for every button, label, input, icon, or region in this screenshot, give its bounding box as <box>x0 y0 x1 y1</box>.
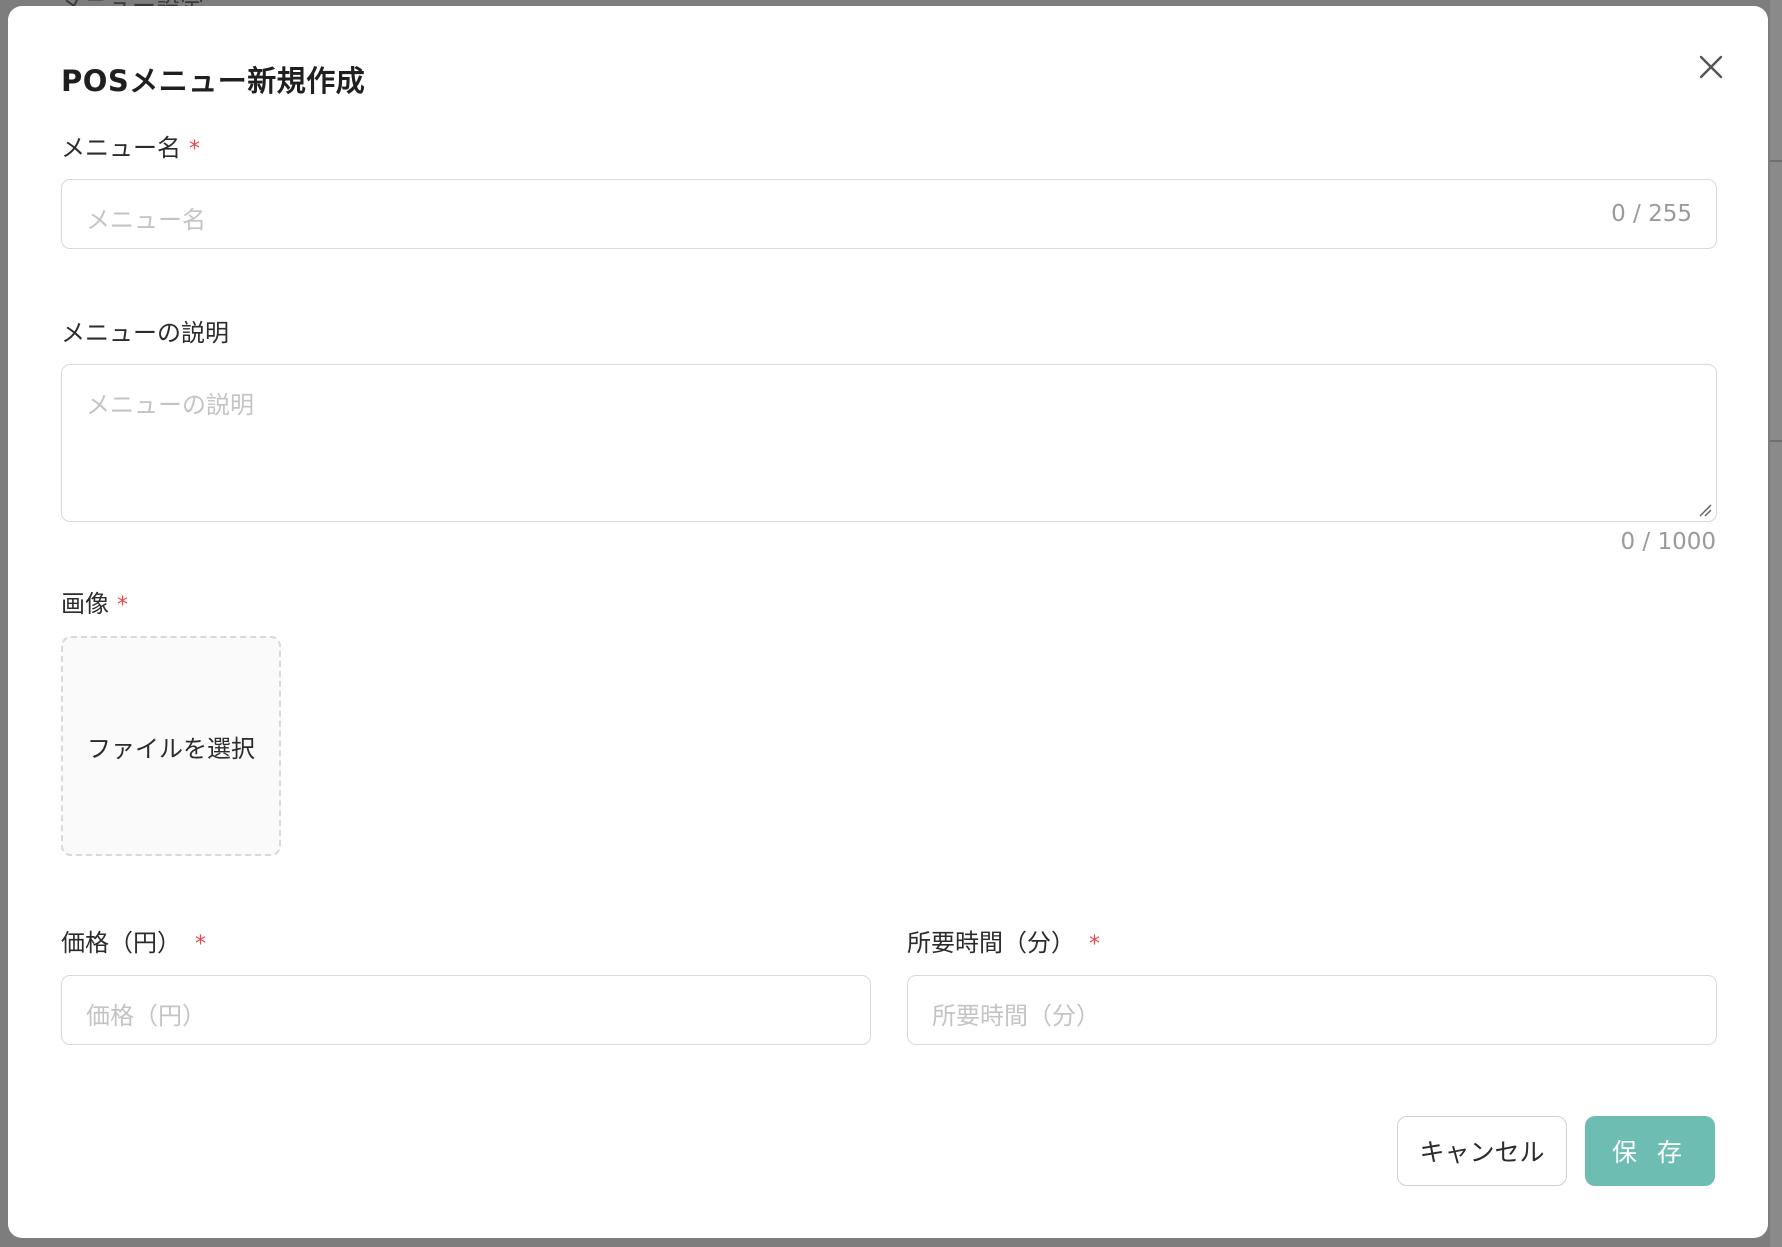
image-upload-button[interactable]: ファイルを選択 <box>61 636 281 856</box>
duration-placeholder: 所要時間（分） <box>932 1002 1100 1030</box>
menu-name-label-text: メニュー名 <box>61 134 181 162</box>
cancel-button[interactable]: キャンセル <box>1397 1116 1567 1186</box>
menu-name-placeholder: メニュー名 <box>86 206 206 234</box>
menu-name-label: メニュー名 * <box>61 128 200 163</box>
image-upload-label: ファイルを選択 <box>87 734 255 763</box>
resize-handle-icon[interactable] <box>1698 503 1712 517</box>
menu-name-input[interactable]: メニュー名 0 / 255 <box>61 179 1717 249</box>
menu-description-placeholder: メニューの説明 <box>86 391 254 419</box>
menu-name-char-counter: 0 / 255 <box>1611 201 1692 227</box>
price-input[interactable]: 価格（円） <box>61 975 871 1045</box>
background-page-edge <box>1770 0 1782 1247</box>
save-button[interactable]: 保 存 <box>1585 1116 1715 1186</box>
create-pos-menu-dialog: POSメニュー新規作成 メニュー名 * メニュー名 0 / 255 メニューの説明… <box>8 6 1768 1238</box>
close-icon <box>1699 55 1723 79</box>
required-mark: * <box>117 593 128 618</box>
duration-label-text: 所要時間（分） <box>907 929 1075 957</box>
menu-description-label-text: メニューの説明 <box>61 319 229 347</box>
duration-label: 所要時間（分） * <box>907 923 1100 958</box>
close-button[interactable] <box>1694 50 1728 84</box>
image-label: 画像 * <box>61 584 128 619</box>
price-placeholder: 価格（円） <box>86 1002 206 1030</box>
required-mark: * <box>195 932 206 957</box>
menu-description-label: メニューの説明 <box>61 313 229 348</box>
background-divider <box>1770 160 1782 162</box>
price-label-text: 価格（円） <box>61 929 181 957</box>
background-divider <box>1770 440 1782 442</box>
required-mark: * <box>1089 932 1100 957</box>
dialog-title: POSメニュー新規作成 <box>61 64 366 98</box>
menu-description-textarea[interactable]: メニューの説明 <box>61 364 1717 522</box>
duration-input[interactable]: 所要時間（分） <box>907 975 1717 1045</box>
price-label: 価格（円） * <box>61 923 206 958</box>
required-mark: * <box>189 137 200 162</box>
menu-description-char-counter: 0 / 1000 <box>1620 529 1716 555</box>
image-label-text: 画像 <box>61 590 109 618</box>
